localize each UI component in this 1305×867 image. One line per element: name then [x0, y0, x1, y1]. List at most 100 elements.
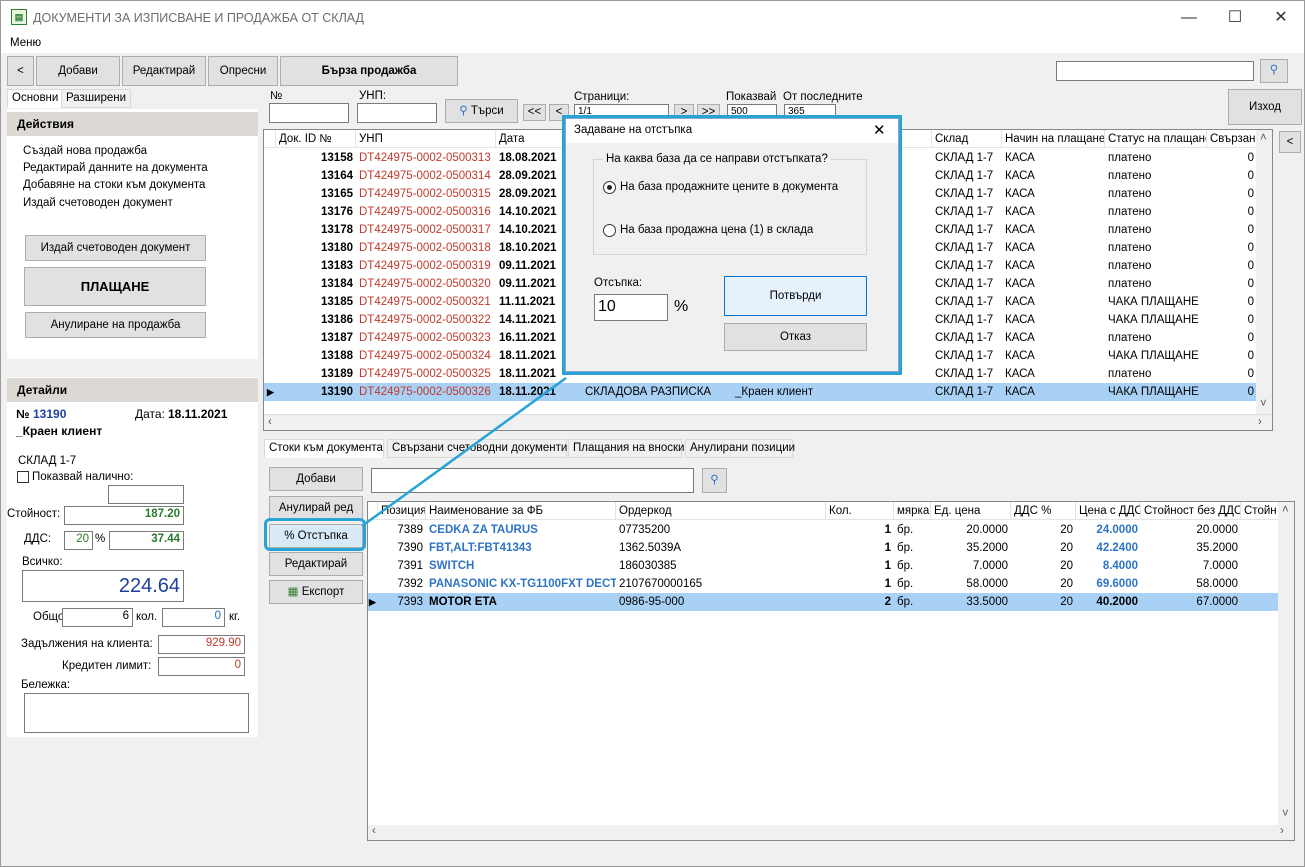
note-label: Бележка:: [21, 679, 71, 691]
table-cell: DT424975-0002-0500319: [359, 260, 491, 272]
table-cell: 07735200: [619, 524, 671, 536]
table-cell: DT424975-0002-0500323: [359, 332, 491, 344]
table-cell: DT424975-0002-0500314: [359, 170, 491, 182]
close-window-button[interactable]: ✕: [1258, 1, 1304, 35]
collapse-side-button[interactable]: <: [1279, 131, 1301, 153]
table-cell: 67.0000: [1196, 596, 1238, 608]
export-label: Експорт: [301, 586, 345, 598]
table-cell: КАСА: [1005, 368, 1035, 380]
window-title: ДОКУМЕНТИ ЗА ИЗПИСВАНЕ И ПРОДАЖБА ОТ СКЛ…: [33, 11, 365, 25]
action-link-new-sale[interactable]: Създай нова продажба: [23, 145, 147, 157]
column-header[interactable]: Док. ID №: [276, 130, 356, 148]
unp-filter-input[interactable]: [357, 103, 437, 123]
export-button[interactable]: ▦ Експорт: [269, 580, 363, 604]
add-button[interactable]: Добави: [36, 56, 120, 86]
radio-doc-prices-label[interactable]: На база продажните цените в документа: [620, 181, 838, 193]
column-header[interactable]: Цена с ДДС: [1076, 502, 1141, 520]
scroll-right-icon[interactable]: ›: [1258, 416, 1262, 428]
table-cell: 20: [1060, 542, 1073, 554]
bottom-tab[interactable]: Плащания на вноски: [568, 439, 684, 458]
discount-input[interactable]: 10: [594, 294, 668, 321]
scroll-up-icon[interactable]: ˄: [1260, 132, 1267, 144]
cancel-row-button[interactable]: Анулирай ред: [269, 496, 363, 520]
vat-percent-field[interactable]: 20: [64, 531, 93, 550]
table-row[interactable]: ▶ 7393 MOTOR ETA 0986-95-000 2 бр. 33.5000 20 40…: [368, 593, 1278, 611]
minimize-button[interactable]: —: [1166, 1, 1212, 35]
filter-search-button[interactable]: ⚲ Търси: [445, 99, 518, 123]
no-filter-input[interactable]: [269, 103, 349, 123]
items-hscrollbar[interactable]: ‹ ›: [368, 825, 1294, 840]
payment-button[interactable]: ПЛАЩАНЕ: [24, 267, 206, 306]
radio-warehouse-price-label[interactable]: На база продажна цена (1) в склада: [620, 224, 813, 236]
issue-accounting-doc-button[interactable]: Издай счетоводен документ: [25, 235, 206, 261]
table-cell: 2107670000165: [619, 578, 703, 590]
column-header[interactable]: Стойн: [1241, 502, 1281, 520]
back-button[interactable]: <: [7, 56, 34, 86]
column-header[interactable]: ДДС %: [1011, 502, 1076, 520]
action-link-issue-doc[interactable]: Издай счетоводен документ: [23, 197, 173, 209]
radio-doc-prices[interactable]: [603, 181, 616, 194]
quick-sale-button[interactable]: Бърза продажба: [280, 56, 458, 86]
exit-button[interactable]: Изход: [1228, 89, 1302, 125]
confirm-button[interactable]: Потвърди: [724, 276, 867, 316]
discount-button-highlight: [264, 518, 366, 551]
table-cell: 7.0000: [1202, 560, 1238, 572]
column-header[interactable]: мярка: [894, 502, 931, 520]
first-page-button[interactable]: <<: [523, 104, 546, 121]
table-cell: 35.2000: [966, 542, 1008, 554]
items-vscrollbar[interactable]: ˄ ˅: [1278, 502, 1294, 825]
action-link-edit-doc[interactable]: Редактирай данните на документа: [23, 162, 208, 174]
scroll-down-icon[interactable]: ˅: [1282, 808, 1289, 820]
scroll-up-icon[interactable]: ˄: [1282, 504, 1289, 516]
table-cell: _Краен клиент: [735, 386, 814, 398]
table-cell: СКЛАД 1-7: [935, 350, 994, 362]
dialog-close-button[interactable]: ✕: [873, 121, 886, 139]
cancel-button[interactable]: Отказ: [724, 323, 867, 351]
cancel-sale-button[interactable]: Анулиране на продажба: [25, 312, 206, 338]
column-header[interactable]: Ордеркод: [616, 502, 826, 520]
tab-extended[interactable]: Разширени: [61, 89, 132, 108]
scroll-down-icon[interactable]: ˅: [1260, 398, 1267, 410]
column-header[interactable]: [264, 130, 276, 148]
table-cell: 0: [1247, 170, 1254, 182]
tab-basic[interactable]: Основни: [7, 89, 64, 108]
search-icon[interactable]: ⚲: [1260, 59, 1288, 83]
available-field[interactable]: [108, 485, 184, 504]
add-item-button[interactable]: Добави: [269, 467, 363, 491]
table-cell: 33.5000: [966, 596, 1008, 608]
scroll-left-icon[interactable]: ‹: [372, 825, 376, 837]
column-header[interactable]: Стойност без ДДС: [1141, 502, 1241, 520]
maximize-button[interactable]: ☐: [1212, 1, 1258, 35]
menu-item[interactable]: Меню: [10, 37, 41, 49]
base-groupbox: [593, 159, 867, 255]
column-header[interactable]: Статус на плащане: [1105, 130, 1207, 148]
column-header[interactable]: Свързан: [1207, 130, 1257, 148]
global-search-input[interactable]: [1056, 61, 1254, 81]
table-row[interactable]: 7391 SWITCH 186030385 1 бр. 7.0000 20 8.4000 7.0…: [368, 557, 1278, 575]
action-link-add-goods[interactable]: Добавяне на стоки към документа: [23, 179, 205, 191]
column-header[interactable]: Кол.: [826, 502, 894, 520]
scroll-right-icon[interactable]: ›: [1280, 825, 1284, 837]
edit-item-button[interactable]: Редактирай: [269, 552, 363, 576]
scroll-left-icon[interactable]: ‹: [268, 416, 272, 428]
column-header[interactable]: Начин на плащане: [1002, 130, 1105, 148]
table-row[interactable]: 7392 PANASONIC KX-TG1100FXT DECT T 2107670…: [368, 575, 1278, 593]
note-field[interactable]: [24, 693, 249, 733]
table-cell: DT424975-0002-0500313: [359, 152, 491, 164]
column-header[interactable]: Склад: [932, 130, 1002, 148]
table-row[interactable]: 7390 FBT,ALT:FBT41343 1362.5039A 1 бр. 35.200…: [368, 539, 1278, 557]
edit-button[interactable]: Редактирай: [122, 56, 206, 86]
refresh-button[interactable]: Опресни: [208, 56, 278, 86]
column-header[interactable]: Ед. цена: [931, 502, 1011, 520]
search-icon[interactable]: ⚲: [702, 468, 727, 493]
vertical-scrollbar[interactable]: ˄ ˅: [1256, 130, 1272, 414]
table-cell: 1: [884, 560, 891, 572]
table-cell: СКЛАД 1-7: [935, 260, 994, 272]
column-header[interactable]: УНП: [356, 130, 496, 148]
radio-warehouse-price[interactable]: [603, 224, 616, 237]
show-available-checkbox[interactable]: [17, 471, 29, 483]
value-field: 187.20: [64, 506, 184, 525]
table-cell: 20: [1060, 578, 1073, 590]
bottom-tab[interactable]: Анулирани позиции: [685, 439, 795, 458]
table-cell: КАСА: [1005, 260, 1035, 272]
